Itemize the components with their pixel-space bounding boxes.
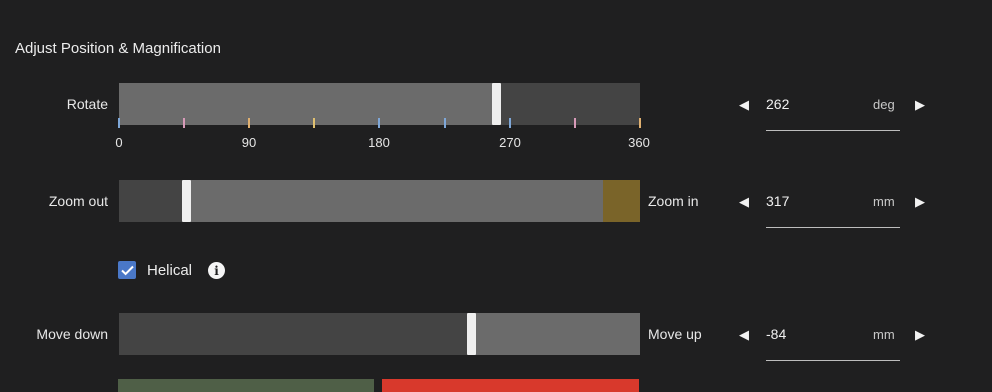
rotate-tick: [378, 118, 380, 128]
rotate-track-remaining: [496, 83, 640, 125]
move-increase-arrow-icon[interactable]: ▶: [915, 327, 925, 343]
zoom-handle[interactable]: [182, 180, 191, 222]
rotate-decrease-arrow-icon[interactable]: ◀: [739, 97, 749, 113]
rotate-tick-label: 0: [115, 135, 123, 150]
move-value-underline: [766, 360, 900, 361]
zoom-out-label: Zoom out: [48, 193, 108, 209]
reject-button[interactable]: [382, 379, 639, 392]
zoom-track-main: [185, 180, 603, 222]
move-value[interactable]: -84: [766, 326, 786, 342]
rotate-tick: [118, 118, 120, 128]
move-decrease-arrow-icon[interactable]: ◀: [739, 327, 749, 343]
zoom-decrease-arrow-icon[interactable]: ◀: [739, 194, 749, 210]
zoom-in-label: Zoom in: [648, 193, 699, 209]
rotate-tick: [444, 118, 446, 128]
rotate-track-filled: [119, 83, 496, 125]
rotate-tick: [639, 118, 641, 128]
helical-checkbox[interactable]: [118, 261, 136, 279]
rotate-tick: [183, 118, 185, 128]
helical-label: Helical: [147, 262, 193, 279]
move-track-right: [471, 313, 640, 355]
move-track-left: [119, 313, 471, 355]
rotate-value[interactable]: 262: [766, 96, 789, 112]
rotate-tick-label: 270: [499, 135, 521, 150]
rotate-tick: [248, 118, 250, 128]
panel-title: Adjust Position & Magnification: [15, 40, 221, 57]
zoom-track-left: [119, 180, 185, 222]
move-up-label: Move up: [648, 326, 702, 342]
rotate-increase-arrow-icon[interactable]: ▶: [915, 97, 925, 113]
move-slider[interactable]: [119, 313, 640, 355]
zoom-track-end: [603, 180, 640, 222]
checkmark-icon: [120, 265, 134, 275]
zoom-slider[interactable]: [119, 180, 640, 222]
rotate-label: Rotate: [66, 96, 108, 112]
rotate-tick: [509, 118, 511, 128]
rotate-tick-label: 360: [628, 135, 650, 150]
rotate-value-underline: [766, 130, 900, 131]
move-handle[interactable]: [467, 313, 476, 355]
zoom-unit: mm: [873, 194, 895, 209]
zoom-value[interactable]: 317: [766, 193, 789, 209]
move-down-label: Move down: [36, 326, 108, 342]
move-unit: mm: [873, 327, 895, 342]
rotate-tick-label: 90: [241, 135, 257, 150]
zoom-increase-arrow-icon[interactable]: ▶: [915, 194, 925, 210]
zoom-value-underline: [766, 227, 900, 228]
rotate-tick-label: 180: [368, 135, 390, 150]
rotate-tick: [574, 118, 576, 128]
rotate-unit: deg: [873, 97, 895, 112]
rotate-tick: [313, 118, 315, 128]
rotate-handle[interactable]: [492, 83, 501, 125]
accept-button[interactable]: [118, 379, 374, 392]
info-icon[interactable]: i: [208, 262, 225, 279]
